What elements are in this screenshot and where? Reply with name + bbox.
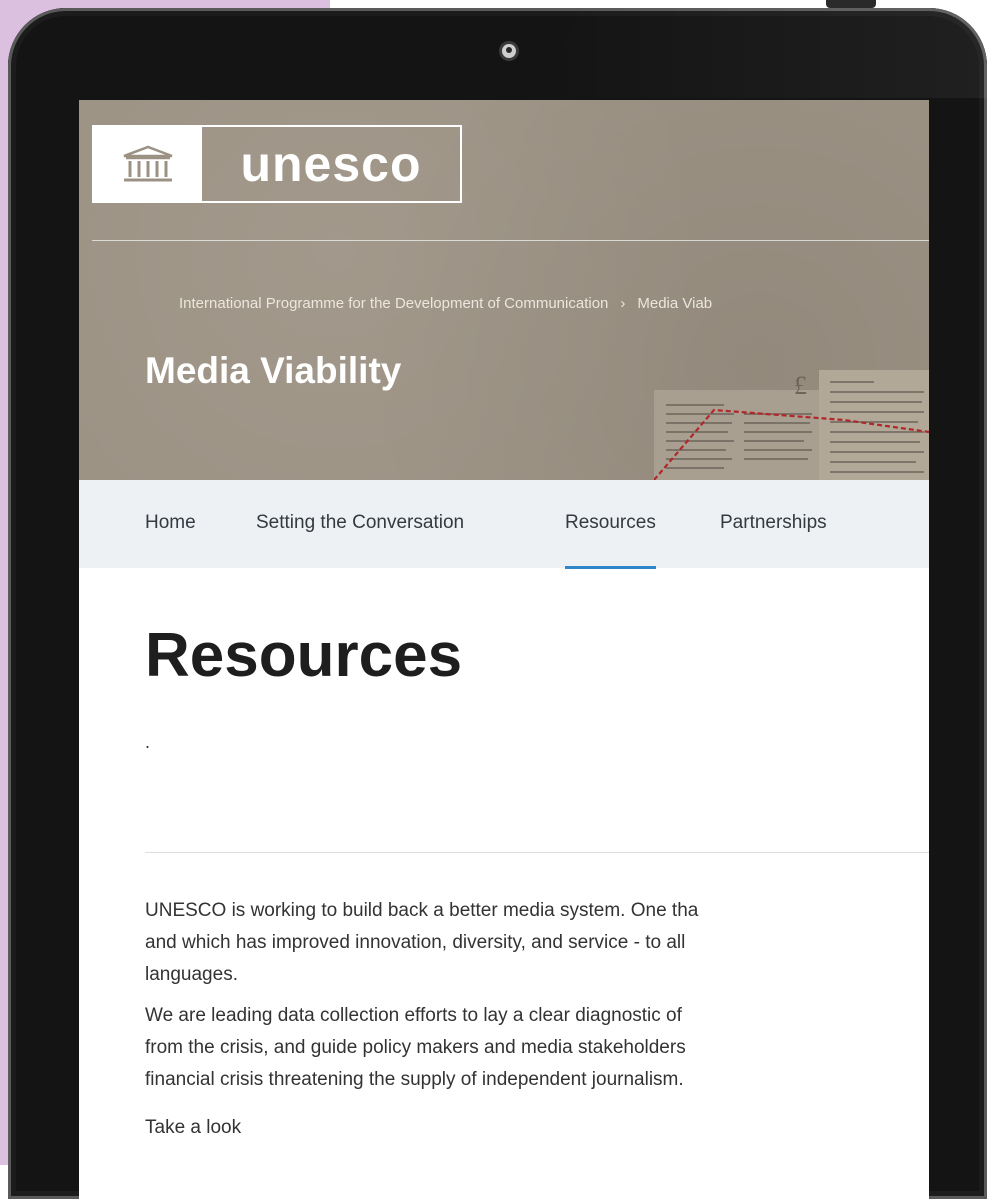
newspaper-clipping-illustration: £ xyxy=(654,370,929,480)
paragraph-1-line-3: languages. xyxy=(145,964,238,985)
breadcrumb-link-media-viability[interactable]: Media Viab xyxy=(637,295,712,312)
take-a-look-text: Take a look xyxy=(145,1117,242,1138)
breadcrumb-chevron-icon: › xyxy=(620,295,626,312)
paragraph-2: We are leading data collection efforts t… xyxy=(145,1000,929,1096)
paragraph-2-line-1: We are leading data collection efforts t… xyxy=(145,1005,682,1026)
tablet-screen: unesco International Programme for the D… xyxy=(79,100,929,1199)
tab-resources[interactable]: Resources xyxy=(565,512,656,569)
page-title: Resources xyxy=(145,621,463,690)
svg-text:£: £ xyxy=(794,371,807,400)
tablet-bezel-sheen xyxy=(540,8,987,98)
content-divider xyxy=(145,852,929,853)
section-nav: Home Setting the Conversation Resources … xyxy=(79,480,929,569)
section-title: Media Viability xyxy=(145,350,402,391)
tablet-top-button xyxy=(826,0,876,8)
paragraph-1-line-2: and which has improved innovation, diver… xyxy=(145,932,686,953)
breadcrumb: International Programme for the Developm… xyxy=(179,295,712,312)
paragraph-2-line-2: from the crisis, and guide policy makers… xyxy=(145,1037,686,1058)
tab-home[interactable]: Home xyxy=(145,512,196,534)
unesco-temple-icon xyxy=(94,127,202,201)
device-camera-icon xyxy=(502,44,516,58)
paragraph-2-line-3: financial crisis threatening the supply … xyxy=(145,1069,684,1090)
logo-wordmark: unesco xyxy=(240,136,422,192)
tab-partnerships[interactable]: Partnerships xyxy=(720,512,827,534)
paragraph-3: Take a look xyxy=(145,1112,929,1144)
page-header-banner: unesco International Programme for the D… xyxy=(79,100,929,480)
intro-dot: . xyxy=(145,732,151,752)
header-divider xyxy=(92,240,929,241)
paragraph-1: UNESCO is working to build back a better… xyxy=(145,895,929,991)
breadcrumb-link-ipdc[interactable]: International Programme for the Developm… xyxy=(179,295,608,312)
unesco-logo[interactable]: unesco xyxy=(92,125,462,203)
tab-setting-the-conversation[interactable]: Setting the Conversation xyxy=(256,512,464,534)
paragraph-1-line-1: UNESCO is working to build back a better… xyxy=(145,900,699,921)
